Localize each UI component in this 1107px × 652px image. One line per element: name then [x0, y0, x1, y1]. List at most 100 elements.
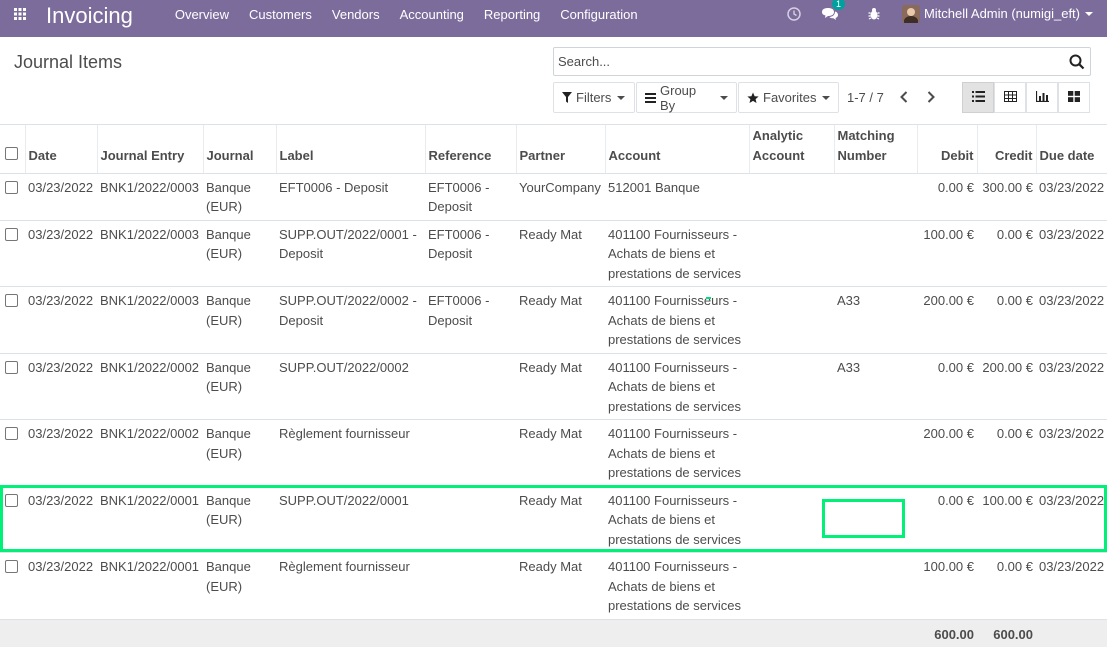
- cell-reference: [425, 552, 516, 619]
- user-menu[interactable]: Mitchell Admin (numigi_eft): [901, 4, 1093, 23]
- cell-label: Règlement fournisseur: [276, 552, 425, 619]
- apps-grid-icon[interactable]: [6, 0, 34, 28]
- cell-journal: Banque (EUR): [203, 552, 276, 619]
- row-checkbox[interactable]: [5, 227, 18, 241]
- filters-label: Filters: [576, 90, 612, 105]
- cell-date: 03/23/2022: [25, 485, 97, 553]
- search-icon[interactable]: [1069, 54, 1085, 70]
- pivot-view-button[interactable]: [994, 82, 1026, 113]
- table-row[interactable]: 03/23/2022 BNK1/2022/0002 Banque (EUR) Règl…: [0, 419, 1107, 486]
- cell-debit: 0.00 €: [917, 485, 977, 553]
- cell-journal: Banque (EUR): [203, 286, 276, 353]
- row-checkbox[interactable]: [5, 493, 18, 507]
- cell-journal-entry: BNK1/2022/0003: [97, 172, 203, 220]
- cell-credit: 300.00 €: [977, 172, 1036, 220]
- column-label[interactable]: Label: [275, 125, 425, 174]
- cell-journal-entry: BNK1/2022/0001: [97, 485, 203, 553]
- cell-due-date: 03/23/2022: [1036, 172, 1107, 220]
- column-reference[interactable]: Reference: [424, 125, 516, 174]
- bar-chart-icon: [1035, 90, 1049, 105]
- row-checkbox[interactable]: [5, 294, 18, 307]
- table-row[interactable]: 03/23/2022 BNK1/2022/0003 Banque (EUR) EFT0…: [0, 172, 1107, 220]
- column-partner[interactable]: Partner: [515, 125, 605, 174]
- search-bar: [553, 47, 1091, 76]
- table-grid-icon: [1003, 90, 1017, 105]
- cell-label: SUPP.OUT/2022/0002: [276, 352, 425, 420]
- group-by-label: Group By: [660, 82, 697, 113]
- graph-view-button[interactable]: [1026, 82, 1058, 113]
- cell-debit: 100.00 €: [917, 552, 977, 619]
- cell-credit: 200.00 €: [977, 352, 1036, 420]
- cell-debit: 200.00 €: [917, 286, 977, 353]
- total-debit: 600.00: [917, 618, 977, 647]
- cell-journal: Banque (EUR): [203, 352, 276, 420]
- favorites-button[interactable]: Favorites: [738, 82, 839, 113]
- cell-reference: [425, 419, 516, 486]
- column-journal[interactable]: Journal: [202, 125, 276, 174]
- row-checkbox[interactable]: [5, 180, 18, 194]
- table-row[interactable]: 03/23/2022 BNK1/2022/0001 Banque (EUR) SUPP…: [0, 485, 1107, 553]
- app-title[interactable]: Invoicing: [46, 4, 133, 27]
- menu-customers[interactable]: Customers: [239, 0, 322, 33]
- cell-credit: 0.00 €: [977, 219, 1036, 287]
- pager-value[interactable]: 1-7 / 7: [847, 90, 884, 105]
- list-bars-icon: [645, 92, 656, 103]
- menu-vendors[interactable]: Vendors: [322, 0, 390, 33]
- cell-account: 512001 Banque: [605, 172, 749, 220]
- cell-debit: 0.00 €: [917, 352, 977, 420]
- select-all-checkbox[interactable]: [5, 146, 18, 160]
- cell-debit: 0.00 €: [917, 172, 977, 220]
- row-checkbox[interactable]: [5, 560, 18, 573]
- column-journal-entry[interactable]: Journal Entry: [96, 125, 203, 174]
- column-credit[interactable]: Credit: [976, 125, 1036, 174]
- column-debit[interactable]: Debit: [916, 125, 977, 174]
- table-row[interactable]: 03/23/2022 BNK1/2022/0002 Banque (EUR) SUPP…: [0, 352, 1107, 420]
- column-analytic-account[interactable]: Analytic Account: [748, 125, 834, 174]
- cell-credit: 0.00 €: [977, 419, 1036, 486]
- column-matching-number[interactable]: Matching Number: [833, 125, 917, 174]
- debug-bug-icon[interactable]: [862, 2, 886, 26]
- cell-credit: 0.00 €: [977, 552, 1036, 619]
- journal-items-table: Date Journal Entry Journal Label Referen…: [0, 124, 1107, 647]
- menu-reporting[interactable]: Reporting: [474, 0, 550, 33]
- messages-badge: 1: [831, 0, 845, 10]
- cell-reference: [425, 352, 516, 420]
- column-account[interactable]: Account: [604, 125, 749, 174]
- cell-journal: Banque (EUR): [203, 219, 276, 287]
- cell-date: 03/23/2022: [25, 286, 97, 353]
- cell-matching-number: A33: [834, 286, 917, 353]
- cell-journal-entry: BNK1/2022/0003: [97, 286, 203, 353]
- menu-configuration[interactable]: Configuration: [550, 0, 647, 33]
- cell-analytic-account: [749, 219, 834, 287]
- list-view-button[interactable]: [962, 82, 994, 113]
- row-checkbox[interactable]: [5, 427, 18, 440]
- filters-button[interactable]: Filters: [553, 82, 635, 113]
- group-by-button[interactable]: Group By: [636, 82, 737, 113]
- kanban-view-button[interactable]: [1058, 82, 1090, 113]
- cell-label: Règlement fournisseur: [276, 419, 425, 486]
- pager-previous-icon[interactable]: [896, 88, 912, 106]
- cell-journal-entry: BNK1/2022/0003: [97, 219, 203, 287]
- table-row[interactable]: 03/23/2022 BNK1/2022/0001 Banque (EUR) Règl…: [0, 552, 1107, 619]
- column-due-date[interactable]: Due date: [1035, 125, 1107, 174]
- search-input[interactable]: [554, 54, 1054, 69]
- menu-overview[interactable]: Overview: [165, 0, 239, 33]
- activity-clock-icon[interactable]: [782, 2, 806, 26]
- row-checkbox[interactable]: [5, 360, 18, 374]
- cell-due-date: 03/23/2022: [1036, 485, 1107, 553]
- messages-icon[interactable]: 1: [818, 0, 845, 26]
- table-header-row: Date Journal Entry Journal Label Referen…: [0, 125, 1107, 174]
- cell-partner: Ready Mat: [516, 286, 605, 353]
- cell-account: 401100 Fournisseurs - Achats de biens et…: [605, 352, 749, 420]
- cell-matching-number: [834, 485, 917, 553]
- table-row[interactable]: 03/23/2022 BNK1/2022/0003 Banque (EUR) SUPP…: [0, 286, 1107, 353]
- cell-label: SUPP.OUT/2022/0002 - Deposit: [276, 286, 425, 353]
- table-row[interactable]: 03/23/2022 BNK1/2022/0003 Banque (EUR) SUPP…: [0, 219, 1107, 287]
- column-date[interactable]: Date: [24, 125, 97, 174]
- pager-next-icon[interactable]: [923, 88, 939, 106]
- menu-accounting[interactable]: Accounting: [390, 0, 474, 33]
- cell-journal-entry: BNK1/2022/0002: [97, 419, 203, 486]
- cell-journal: Banque (EUR): [203, 419, 276, 486]
- chevron-down-icon: [1085, 11, 1093, 16]
- cell-analytic-account: [749, 286, 834, 353]
